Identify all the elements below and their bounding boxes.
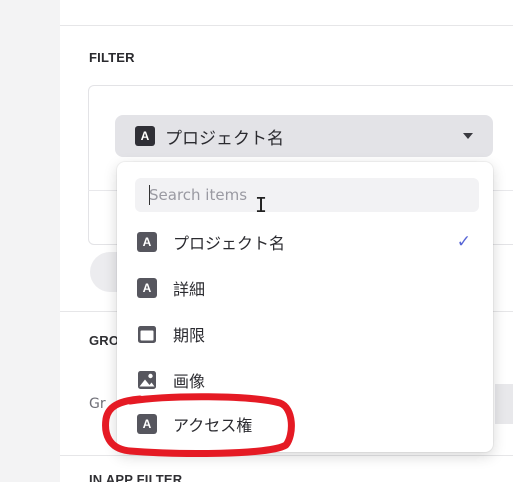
image-icon xyxy=(137,370,157,390)
red-highlight-annotation xyxy=(102,393,295,457)
option-label: 詳細 xyxy=(173,280,206,299)
calendar-icon xyxy=(137,324,157,344)
dropdown-option-deadline[interactable]: 期限 xyxy=(117,312,493,356)
dropdown-option-project-name[interactable]: A プロジェクト名 ✓ xyxy=(117,220,493,264)
dropdown-option-details[interactable]: A 詳細 xyxy=(117,266,493,310)
app-window: FILTER A プロジェクト名 GRO Gr IN APP FILTER I … xyxy=(0,0,513,482)
text-type-icon: A xyxy=(137,232,157,252)
option-label: 画像 xyxy=(173,372,206,391)
text-type-icon: A xyxy=(135,126,155,146)
top-divider xyxy=(60,25,513,26)
filter-field-value: プロジェクト名 xyxy=(165,128,284,149)
filter-section-title: FILTER xyxy=(89,50,135,65)
grouping-section-title: GRO xyxy=(89,333,120,348)
filter-field-select[interactable]: A プロジェクト名 xyxy=(115,115,493,157)
search-items-input[interactable] xyxy=(135,178,479,212)
text-type-icon: A xyxy=(137,278,157,298)
option-label: プロジェクト名 xyxy=(173,234,286,253)
grouping-field-edge[interactable] xyxy=(495,384,513,424)
ibeam-cursor-icon: I xyxy=(255,193,268,217)
option-label: 期限 xyxy=(173,326,206,345)
in-app-filter-section-title: IN APP FILTER xyxy=(89,472,183,482)
text-cursor xyxy=(149,185,150,205)
chevron-down-icon xyxy=(463,133,473,139)
check-icon: ✓ xyxy=(456,232,471,252)
